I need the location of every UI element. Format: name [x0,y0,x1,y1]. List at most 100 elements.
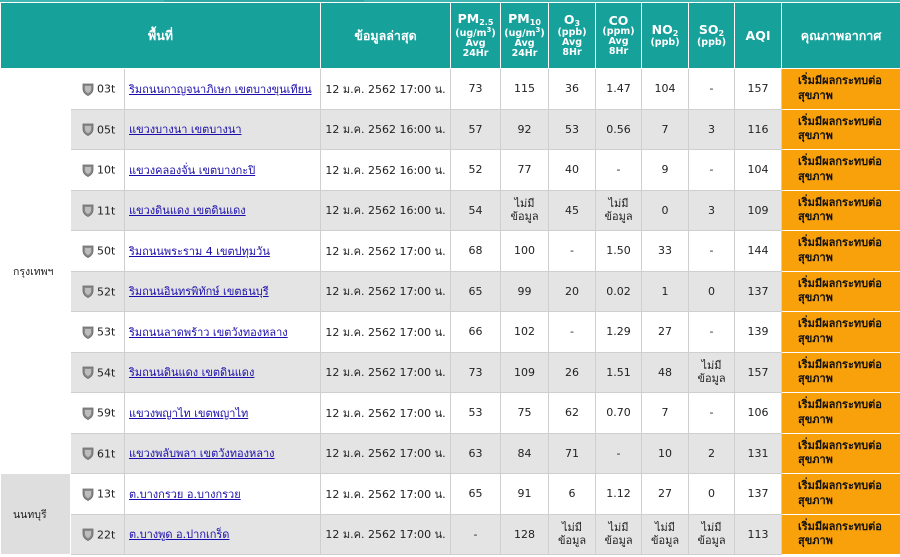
station-link[interactable]: ริมถนนดินแดง เขตดินแดง [129,366,254,379]
quality-line2: สุขภาพ [798,412,833,426]
station-id-cell: 59t [70,392,125,434]
station-link[interactable]: ต.บางกรวย อ.บางกรวย [129,488,241,501]
shield-icon [82,83,94,96]
station-link[interactable]: แขวงดินแดง เขตดินแดง [129,204,246,217]
station-link[interactable]: ริมถนนพระราม 4 เขตปทุมวัน [129,245,270,258]
o3-value: 6 [548,473,597,515]
latest-time: 12 ม.ค. 2562 17:00 น. [320,311,452,353]
quality-badge: เริ่มมีผลกระทบต่อ สุขภาพ [781,149,900,191]
station-link[interactable]: ต.บางพูด อ.ปากเกร็ด [129,528,229,541]
pm25-value: 73 [450,351,502,393]
aqi-value: 104 [734,149,783,191]
quality-line1: เริ่มมีผลกระทบต่อ [798,519,882,533]
quality-line2: สุขภาพ [798,169,833,183]
na-line2: ข้อมูล [697,534,726,548]
table-row: 50t ริมถนนพระราม 4 เขตปทุมวัน 12 ม.ค. 2562… [1,230,900,272]
co-value: 0.02 [595,270,643,312]
station-id-cell: 11t [70,189,125,231]
quality-line2: สุขภาพ [798,250,833,264]
quality-line2: สุขภาพ [798,88,833,102]
o3-value: 71 [548,432,597,474]
air-quality-table: พื้นที่ ข้อมูลล่าสุด PM2.5 (ug/m3) Avg 2… [0,2,900,555]
header-aqi[interactable]: AQI [734,2,783,69]
pm25-value: 68 [450,230,502,272]
station-id-cell: 50t [70,230,125,272]
header-pm10[interactable]: PM10 (ug/m3) Avg 24Hr [500,2,550,69]
aqi-value: 109 [734,189,783,231]
shield-icon [82,164,94,177]
quality-line1: เริ่มมีผลกระทบต่อ [798,479,882,493]
co-value: ไม่มี ข้อมูล [595,189,643,231]
station-link[interactable]: แขวงพลับพลา เขตวังทองหลาง [129,447,275,460]
station-id-cell: 05t [70,108,125,150]
pm10-value: 115 [500,68,550,110]
co-value: 0.70 [595,392,643,434]
station-link[interactable]: ริมถนนอินทรพิทักษ์ เขตธนบุรี [129,285,269,298]
header-area[interactable]: พื้นที่ [0,2,322,69]
station-id: 03t [97,82,116,96]
table-row: 54t ริมถนนดินแดง เขตดินแดง 12 ม.ค. 2562 17… [1,351,900,393]
station-name-cell: ต.บางพูด อ.ปากเกร็ด [123,513,322,555]
quality-line1: เริ่มมีผลกระทบต่อ [798,276,882,290]
no2-value: 1 [641,270,690,312]
station-id-cell: 52t [70,270,125,312]
o3-value: - [548,311,597,353]
table-row: 10t แขวงคลองจั่น เขตบางกะปิ 12 ม.ค. 2562 1… [1,149,900,191]
shield-icon [82,204,94,217]
no2-value: 7 [641,392,690,434]
quality-badge: เริ่มมีผลกระทบต่อ สุขภาพ [781,513,900,555]
station-name-cell: แขวงบางนา เขตบางนา [123,108,322,150]
shield-icon [82,326,94,339]
latest-time: 12 ม.ค. 2562 16:00 น. [320,189,452,231]
shield-icon [82,407,94,420]
pm10-value: 92 [500,108,550,150]
so2-value: ไม่มี ข้อมูล [688,513,736,555]
area-label: นนทบุรี [0,473,71,555]
no2-value: ไม่มี ข้อมูล [641,513,690,555]
station-name-cell: แขวงพญาไท เขตพญาไท [123,392,322,434]
latest-time: 12 ม.ค. 2562 16:00 น. [320,149,452,191]
quality-line1: เริ่มมีผลกระทบต่อ [798,357,882,371]
station-link[interactable]: แขวงพญาไท เขตพญาไท [129,407,248,420]
co-value: 1.12 [595,473,643,515]
co-value: 0.56 [595,108,643,150]
na-line1: ไม่มี [514,196,535,210]
na-line1: ไม่มี [654,520,676,534]
quality-badge: เริ่มมีผลกระทบต่อ สุขภาพ [781,432,900,474]
station-link[interactable]: แขวงบางนา เขตบางนา [129,123,242,136]
header-latest[interactable]: ข้อมูลล่าสุด [320,2,452,69]
latest-time: 12 ม.ค. 2562 17:00 น. [320,351,452,393]
station-link[interactable]: แขวงคลองจั่น เขตบางกะปิ [129,164,255,177]
header-o3[interactable]: O3 (ppb) Avg 8Hr [548,2,597,69]
station-link[interactable]: ริมถนนกาญจนาภิเษก เขตบางขุนเทียน [129,83,312,96]
header-so2[interactable]: SO2 (ppb) [688,2,736,69]
latest-time: 12 ม.ค. 2562 17:00 น. [320,513,452,555]
pm10-value: 100 [500,230,550,272]
quality-line1: เริ่มมีผลกระทบต่อ [798,398,882,412]
no2-value: 104 [641,68,690,110]
station-id: 13t [97,487,116,501]
station-id: 59t [97,406,116,420]
shield-icon [82,366,94,379]
o3-value: 53 [548,108,597,150]
header-row: พื้นที่ ข้อมูลล่าสุด PM2.5 (ug/m3) Avg 2… [0,2,900,69]
station-link[interactable]: ริมถนนลาดพร้าว เขตวังทองหลาง [129,326,288,339]
na-line1: ไม่มี [608,520,629,534]
pm25-value: 53 [450,392,502,434]
station-name-cell: ริมถนนพระราม 4 เขตปทุมวัน [123,230,322,272]
quality-badge: เริ่มมีผลกระทบต่อ สุขภาพ [781,392,900,434]
quality-line1: เริ่มมีผลกระทบต่อ [798,317,882,331]
header-co[interactable]: CO (ppm) Avg 8Hr [595,2,643,69]
pm25-value: 63 [450,432,502,474]
station-id-cell: 10t [70,149,125,191]
header-pm25[interactable]: PM2.5 (ug/m3) Avg 24Hr [450,2,502,69]
station-id-cell: 22t [70,513,125,555]
area-label: กรุงเทพฯ [0,68,71,474]
header-no2[interactable]: NO2 (ppb) [641,2,690,69]
table-row: 05t แขวงบางนา เขตบางนา 12 ม.ค. 2562 16:00 … [1,108,900,150]
station-name-cell: ริมถนนอินทรพิทักษ์ เขตธนบุรี [123,270,322,312]
pm10-value: 77 [500,149,550,191]
quality-badge: เริ่มมีผลกระทบต่อ สุขภาพ [781,230,900,272]
header-quality[interactable]: คุณภาพอากาศ [781,2,900,69]
latest-time: 12 ม.ค. 2562 17:00 น. [320,68,452,110]
